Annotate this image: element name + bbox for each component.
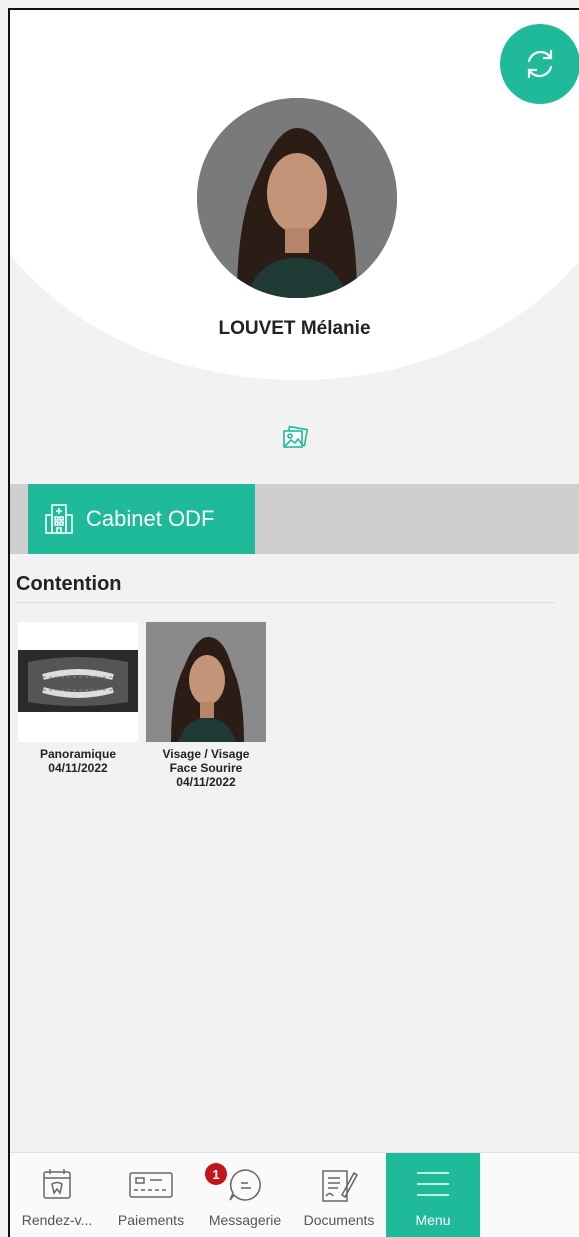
photo-caption-date: 04/11/2022 — [48, 761, 108, 775]
nav-label: Rendez-v... — [21, 1212, 93, 1228]
nav-item-appointments[interactable]: Rendez-v... — [10, 1153, 104, 1237]
app-frame: LOUVET Mélanie Cabinet ODF Contention Pa… — [8, 8, 579, 1237]
refresh-icon — [527, 49, 553, 79]
photo-thumbnail[interactable]: Visage / Visage Face Sourire 04/11/2022 — [144, 622, 268, 789]
photo-caption-title: Visage / Visage — [162, 747, 250, 761]
notification-badge: 1 — [205, 1163, 227, 1185]
nav-label: Menu — [415, 1212, 451, 1228]
calendar-tooth-icon — [43, 1169, 71, 1199]
photo-caption-subtitle: Face Sourire — [169, 761, 243, 775]
photo-caption-date: 04/11/2022 — [176, 775, 236, 789]
chat-bubble-icon — [229, 1169, 261, 1201]
cabinet-tab[interactable]: Cabinet ODF — [28, 484, 255, 554]
nav-item-payments[interactable]: Paiements — [104, 1153, 198, 1237]
nav-label: Paiements — [117, 1212, 185, 1228]
building-icon — [45, 504, 73, 534]
photo-caption-title: Panoramique — [39, 747, 117, 761]
nav-item-documents[interactable]: Documents — [292, 1153, 386, 1237]
photo-gallery-icon[interactable] — [280, 422, 312, 454]
section-divider — [16, 602, 555, 603]
section-title: Contention — [16, 573, 122, 595]
bottom-navigation: Rendez-v... Paiements Messagerie Documen… — [10, 1152, 579, 1237]
patient-name: LOUVET Mélanie — [218, 318, 371, 339]
photo-thumbnail[interactable]: Panoramique 04/11/2022 — [16, 622, 140, 775]
patient-avatar — [197, 98, 397, 298]
nav-label: Documents — [303, 1212, 375, 1228]
credit-card-icon — [129, 1172, 173, 1198]
hamburger-menu-icon — [417, 1172, 449, 1196]
cabinet-label: Cabinet ODF — [86, 506, 215, 531]
nav-label: Messagerie — [208, 1212, 282, 1228]
document-pen-icon — [322, 1170, 358, 1202]
refresh-button[interactable] — [500, 24, 579, 104]
cabinet-bar: Cabinet ODF — [10, 484, 579, 554]
nav-item-menu[interactable]: Menu — [386, 1153, 480, 1237]
